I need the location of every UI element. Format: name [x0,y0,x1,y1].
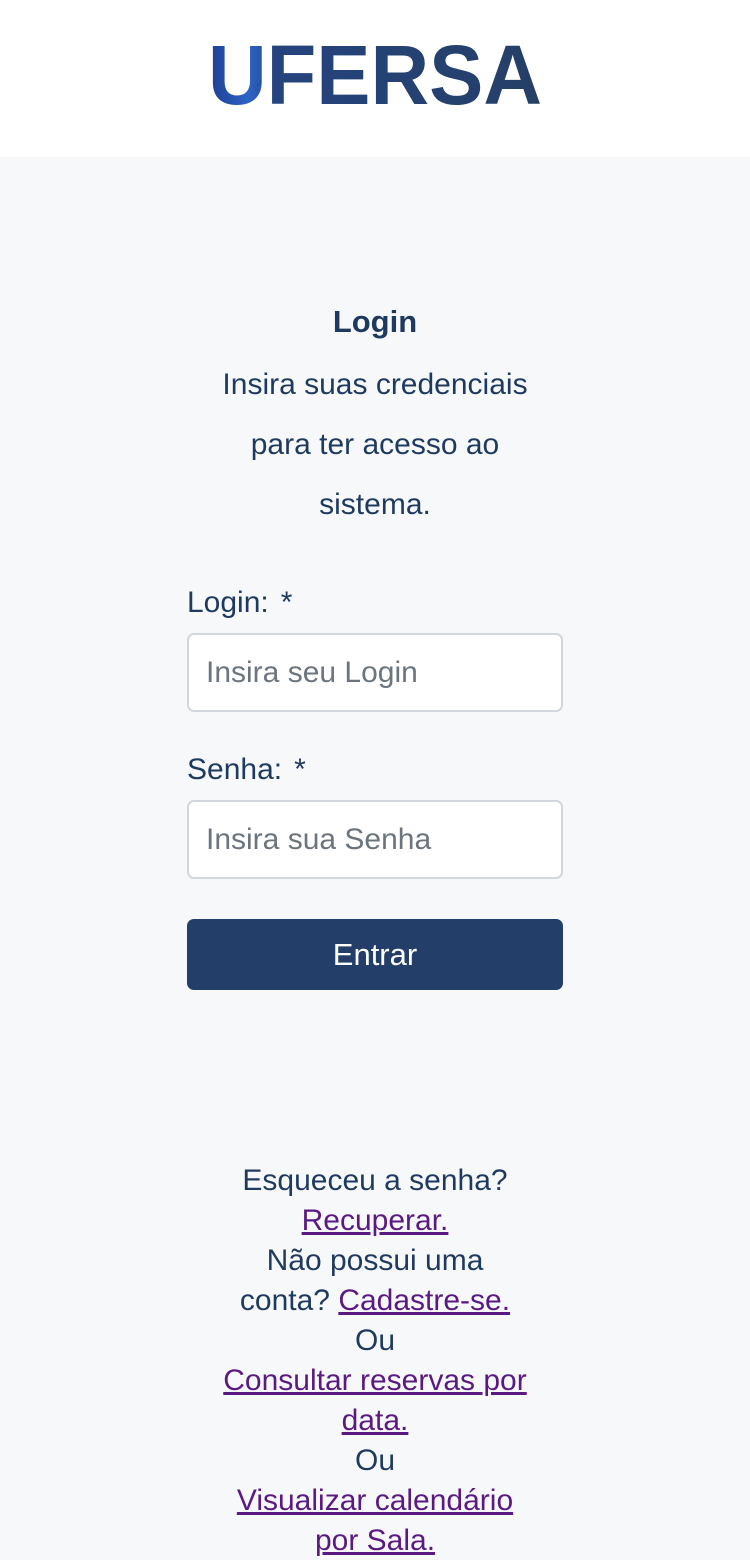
forgot-password-block: Esqueceu a senha? Recuperar. [190,1161,560,1241]
login-form: Login: * Senha: * Entrar [187,579,563,990]
auth-links: Esqueceu a senha? Recuperar. Não possui … [190,1161,560,1560]
login-submit-button[interactable]: Entrar [187,919,563,990]
calendar-block: Visualizar calendário por Sala. [220,1481,530,1560]
login-intro: Login Insira suas credenciais para ter a… [0,297,750,535]
password-input[interactable] [187,800,563,879]
header: UFERSA [0,0,750,157]
reservations-by-date-link[interactable]: Consultar reservas por data. [223,1364,526,1437]
password-label: Senha: * [187,746,563,794]
forgot-password-text: Esqueceu a senha? [242,1164,508,1197]
or-separator-2: Ou [354,1444,396,1477]
login-required-marker: * [280,586,293,619]
room-calendar-link[interactable]: Visualizar calendário por Sala. [237,1484,513,1557]
page-subtitle: Insira suas credenciais para ter acesso … [222,368,528,521]
reservations-block: Consultar reservas por data. [205,1361,545,1441]
password-label-text: Senha: [187,753,283,786]
signup-link[interactable]: Cadastre-se. [338,1284,510,1317]
login-label-text: Login: [187,586,269,619]
main-content: Login Insira suas credenciais para ter a… [0,157,750,1560]
password-field-group: Senha: * [187,746,563,879]
svg-text:UFERSA: UFERSA [208,40,542,110]
ufersa-logo: UFERSA [208,40,542,110]
password-required-marker: * [294,753,306,786]
signup-block: Não possui uma conta? Cadastre-se. [230,1241,520,1321]
login-field-group: Login: * [187,579,563,712]
login-label: Login: * [187,579,563,627]
recover-password-link[interactable]: Recuperar. [302,1204,449,1237]
or-separator-1: Ou [354,1324,396,1357]
login-input[interactable] [187,633,563,712]
page-title: Login [332,304,418,339]
